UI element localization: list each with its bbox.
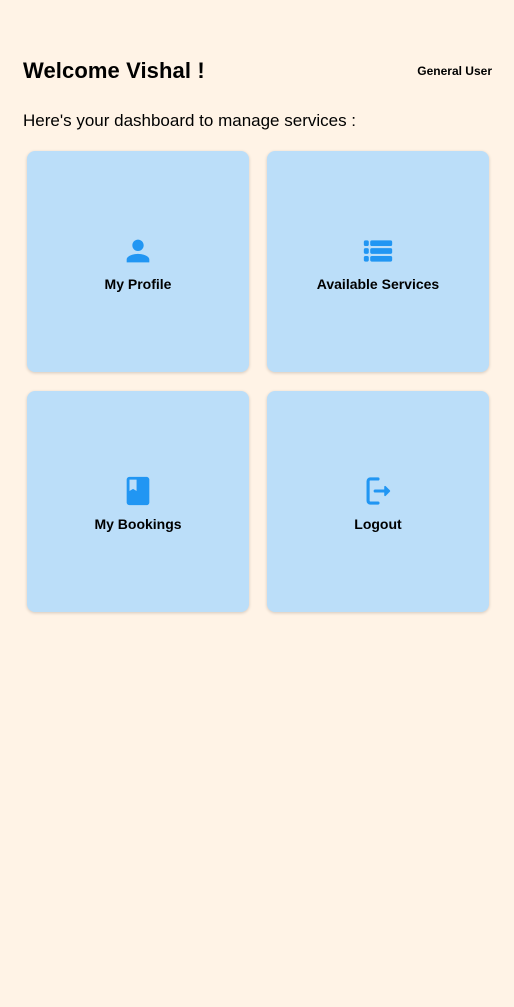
person-icon: [121, 234, 155, 268]
my-profile-label: My Profile: [104, 275, 172, 292]
dashboard-subtitle: Here's your dashboard to manage services…: [23, 111, 357, 130]
available-services-tile[interactable]: Available Services: [267, 151, 489, 372]
logout-label: Logout: [354, 515, 402, 532]
my-bookings-tile[interactable]: My Bookings: [27, 391, 249, 612]
user-role-label: General User: [417, 64, 492, 78]
header: Welcome Vishal ! General User: [23, 56, 492, 86]
list-icon: [361, 234, 395, 268]
available-services-label: Available Services: [316, 275, 440, 292]
logout-tile[interactable]: Logout: [267, 391, 489, 612]
welcome-title: Welcome Vishal !: [23, 58, 205, 83]
book-icon: [121, 474, 155, 508]
my-bookings-label: My Bookings: [94, 515, 182, 532]
my-profile-tile[interactable]: My Profile: [27, 151, 249, 372]
dashboard-grid: My Profile Available Services My Booking…: [27, 151, 489, 612]
logout-icon: [361, 474, 395, 508]
